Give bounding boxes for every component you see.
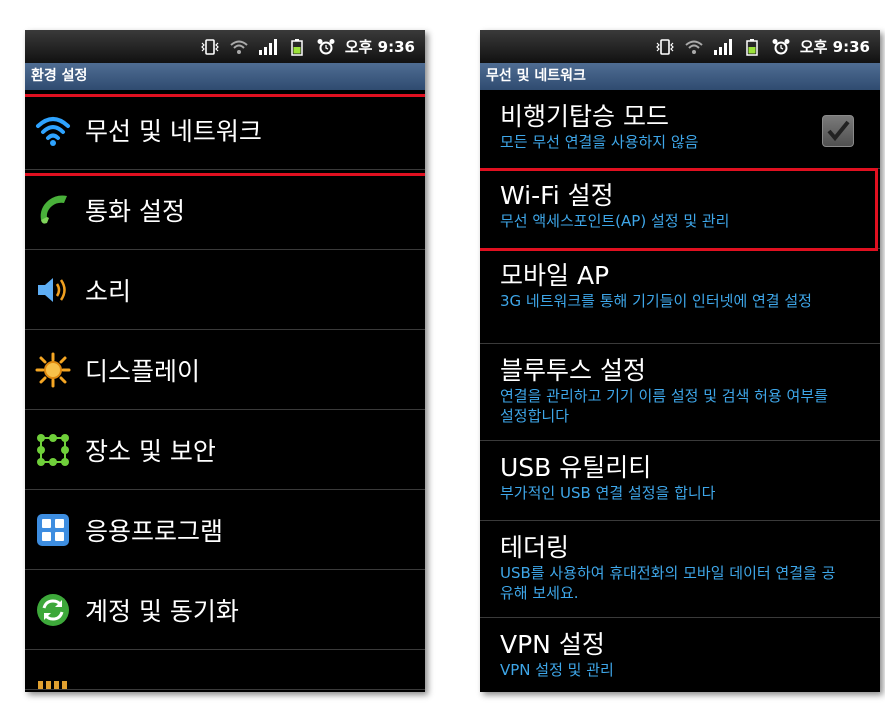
settings-item-partial[interactable] — [25, 650, 425, 690]
partial-item-icon — [35, 669, 71, 689]
vpn-settings-item[interactable]: VPN 설정 VPN 설정 및 관리 — [480, 618, 880, 692]
item-title: Wi-Fi 설정 — [500, 181, 614, 210]
phone-icon — [35, 192, 71, 228]
status-bar: 오후 9:36 — [25, 30, 425, 63]
vibrate-icon — [655, 38, 675, 56]
item-title: VPN 설정 — [500, 630, 605, 659]
alarm-icon — [316, 38, 336, 56]
signal-icon — [258, 38, 278, 56]
settings-screen: 오후 9:36 환경 설정 무선 및 네트워크 통화 설정 소리 디스플레이 장… — [25, 30, 425, 692]
settings-list: 무선 및 네트워크 통화 설정 소리 디스플레이 장소 및 보안 응용프로그램 … — [25, 90, 425, 690]
security-grid-icon — [35, 432, 71, 468]
sync-icon — [35, 592, 71, 628]
wireless-network-screen: 오후 9:36 무선 및 네트워크 비행기탑승 모드 모든 무선 연결을 사용하… — [480, 30, 880, 692]
bluetooth-settings-item[interactable]: 블루투스 설정 연결을 관리하고 기기 이름 설정 및 검색 허용 여부를 설정… — [480, 344, 880, 441]
wifi-settings-item[interactable]: Wi-Fi 설정 무선 액세스포인트(AP) 설정 및 관리 — [480, 169, 880, 249]
settings-item-label: 소리 — [85, 276, 132, 306]
vibrate-icon — [200, 38, 220, 56]
settings-item-accounts-sync[interactable]: 계정 및 동기화 — [25, 570, 425, 650]
item-summary: 부가적인 USB 연결 설정을 합니다 — [500, 484, 716, 502]
settings-item-applications[interactable]: 응용프로그램 — [25, 490, 425, 570]
settings-item-label: 무선 및 네트워크 — [85, 116, 262, 146]
item-title: USB 유틸리티 — [500, 453, 652, 482]
wifi-status-icon — [229, 38, 249, 56]
battery-icon — [287, 38, 307, 56]
settings-item-label: 계정 및 동기화 — [85, 596, 239, 626]
item-title: 모바일 AP — [500, 261, 610, 290]
apps-icon — [35, 512, 71, 548]
airplane-mode-checkbox[interactable] — [822, 115, 854, 147]
wifi-status-icon — [684, 38, 704, 56]
tethering-item[interactable]: 테더링 USB를 사용하여 휴대전화의 모바일 데이터 연결을 공유해 보세요. — [480, 521, 880, 618]
item-summary: 무선 액세스포인트(AP) 설정 및 관리 — [500, 212, 730, 230]
settings-item-label: 디스플레이 — [85, 356, 201, 386]
wireless-settings-list: 비행기탑승 모드 모든 무선 연결을 사용하지 않음 Wi-Fi 설정 무선 액… — [480, 90, 880, 692]
brightness-icon — [35, 352, 71, 388]
page-title: 환경 설정 — [25, 63, 425, 90]
alarm-icon — [771, 38, 791, 56]
airplane-mode-item[interactable]: 비행기탑승 모드 모든 무선 연결을 사용하지 않음 — [480, 90, 880, 169]
settings-item-display[interactable]: 디스플레이 — [25, 330, 425, 410]
settings-item-call[interactable]: 통화 설정 — [25, 170, 425, 250]
item-summary: VPN 설정 및 관리 — [500, 661, 614, 679]
mobile-ap-item[interactable]: 모바일 AP 3G 네트워크를 통해 기기들이 인터넷에 연결 설정 — [480, 249, 880, 344]
usb-utility-item[interactable]: USB 유틸리티 부가적인 USB 연결 설정을 합니다 — [480, 441, 880, 521]
settings-item-sound[interactable]: 소리 — [25, 250, 425, 330]
item-title: 테더링 — [500, 533, 570, 562]
signal-icon — [713, 38, 733, 56]
clock: 오후 9:36 — [344, 38, 415, 56]
wifi-icon — [35, 112, 71, 148]
settings-item-label: 장소 및 보안 — [85, 436, 216, 466]
settings-item-label: 통화 설정 — [85, 196, 185, 226]
status-bar: 오후 9:36 — [480, 30, 880, 63]
settings-item-wireless[interactable]: 무선 및 네트워크 — [25, 90, 425, 170]
item-summary: 3G 네트워크를 통해 기기들이 인터넷에 연결 설정 — [500, 292, 812, 310]
page-title: 무선 및 네트워크 — [480, 63, 880, 90]
settings-item-location-security[interactable]: 장소 및 보안 — [25, 410, 425, 490]
settings-item-label: 응용프로그램 — [85, 516, 224, 546]
item-summary: USB를 사용하여 휴대전화의 모바일 데이터 연결을 공유해 보세요. — [500, 564, 836, 602]
speaker-icon — [35, 272, 71, 308]
clock: 오후 9:36 — [799, 38, 870, 56]
item-title: 블루투스 설정 — [500, 356, 646, 385]
battery-icon — [742, 38, 762, 56]
item-summary: 연결을 관리하고 기기 이름 설정 및 검색 허용 여부를 설정합니다 — [500, 387, 828, 425]
